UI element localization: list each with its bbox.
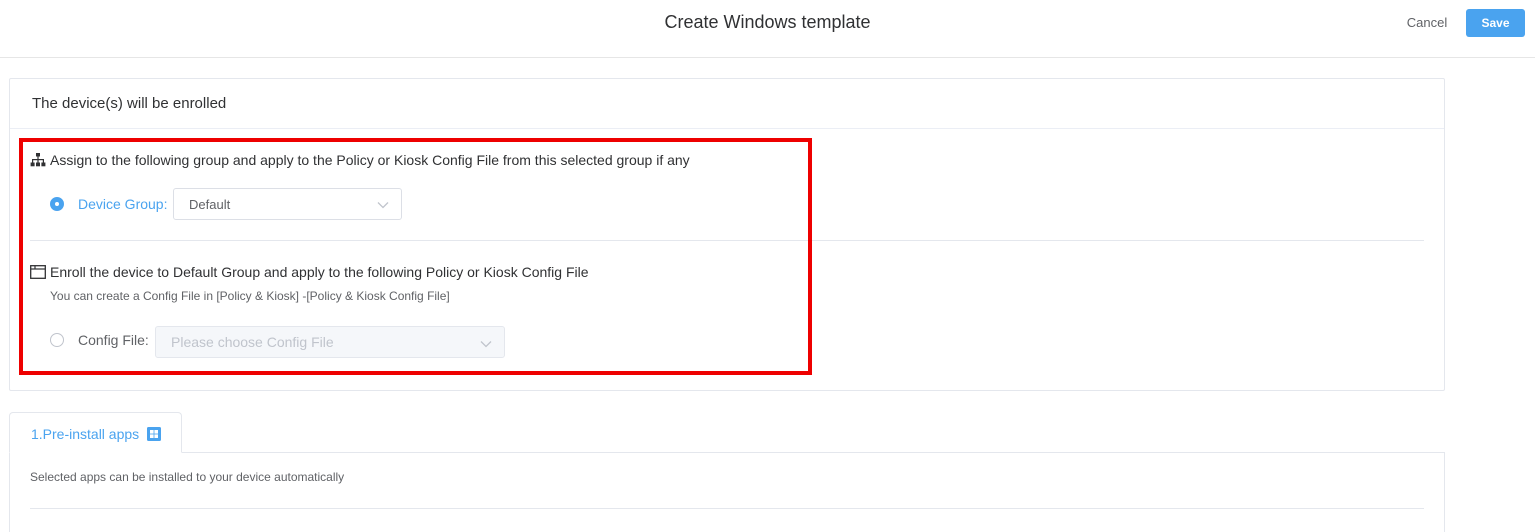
tab-content <box>9 452 1445 532</box>
chevron-down-icon <box>480 341 492 348</box>
config-hint: You can create a Config File in [Policy … <box>50 289 450 303</box>
tab-divider <box>30 508 1424 509</box>
config-option-heading: Enroll the device to Default Group and a… <box>50 264 589 280</box>
config-file-select[interactable]: Please choose Config File <box>155 326 505 358</box>
tab-pre-install-apps[interactable]: 1.Pre-install apps <box>9 412 182 453</box>
save-button[interactable]: Save <box>1466 9 1525 37</box>
device-group-label[interactable]: Device Group: <box>78 196 167 212</box>
folder-icon <box>30 265 46 279</box>
config-file-label[interactable]: Config File: <box>78 332 149 348</box>
device-group-value: Default <box>189 197 231 212</box>
device-group-radio[interactable] <box>50 197 64 211</box>
card-header: The device(s) will be enrolled <box>10 79 1444 129</box>
sitemap-icon <box>30 153 46 167</box>
cancel-button[interactable]: Cancel <box>1402 10 1452 36</box>
tab-label: 1.Pre-install apps <box>31 426 140 442</box>
config-file-radio[interactable] <box>50 333 64 347</box>
tab-description: Selected apps can be installed to your d… <box>30 470 345 484</box>
top-bar: Create Windows template Cancel Save <box>0 0 1535 58</box>
card-title: The device(s) will be enrolled <box>32 95 227 112</box>
chevron-down-icon <box>377 202 389 209</box>
option-divider <box>30 240 1424 241</box>
windows-icon <box>147 427 161 441</box>
page-title: Create Windows template <box>664 12 871 32</box>
device-group-select[interactable]: Default <box>173 188 402 220</box>
config-file-placeholder: Please choose Config File <box>171 334 334 350</box>
group-option-heading: Assign to the following group and apply … <box>50 152 690 168</box>
